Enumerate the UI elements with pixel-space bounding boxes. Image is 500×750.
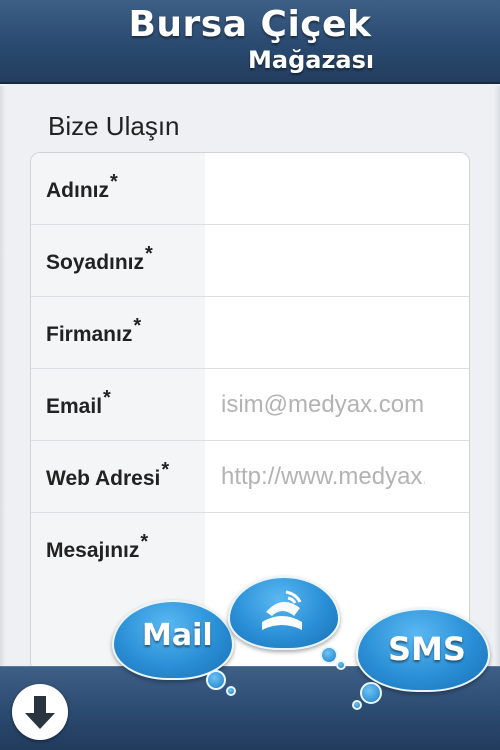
cloud-bubble <box>360 682 382 704</box>
sms-cloud-button[interactable]: SMS <box>350 604 494 712</box>
required-mark: * <box>103 387 111 409</box>
message-label: Mesajınız* <box>46 531 149 562</box>
cloud-bubble <box>336 660 346 670</box>
form-row-email: Email* <box>31 369 469 441</box>
required-mark: * <box>133 315 142 337</box>
label-cell: Email* <box>31 369 205 440</box>
company-field[interactable] <box>205 297 469 368</box>
arrow-down-icon <box>25 696 55 729</box>
form-row-surname: Soyadınız* <box>31 225 469 297</box>
label-cell: Firmanız* <box>31 297 205 368</box>
name-label: Adınız* <box>46 171 118 202</box>
cloud-bubble <box>352 700 362 710</box>
surname-field[interactable] <box>205 225 469 296</box>
website-field[interactable] <box>205 441 469 512</box>
download-button[interactable] <box>12 684 68 740</box>
required-mark: * <box>110 171 118 193</box>
required-mark: * <box>161 459 170 481</box>
mail-label: Mail <box>142 618 213 653</box>
mail-cloud-button[interactable]: Mail <box>108 596 238 696</box>
form-row-website: Web Adresi* <box>31 441 469 513</box>
brand-title: Bursa Çiçek <box>128 4 372 45</box>
app-header: Bursa Çiçek Mağazası <box>0 0 500 84</box>
name-field[interactable] <box>205 153 469 224</box>
cloud-bubble <box>226 686 236 696</box>
sms-label: SMS <box>388 630 466 668</box>
form-row-name: Adınız* <box>31 153 469 225</box>
cloud-bubble <box>206 670 226 690</box>
website-label: Web Adresi* <box>46 459 170 490</box>
cloud-bubble <box>320 646 338 664</box>
email-label: Email* <box>46 387 111 418</box>
label-cell: Soyadınız* <box>31 225 205 296</box>
label-cell: Web Adresi* <box>31 441 205 512</box>
phone-cloud-button[interactable] <box>226 574 346 674</box>
required-mark: * <box>145 243 153 265</box>
required-mark: * <box>140 531 149 553</box>
company-label: Firmanız* <box>46 315 142 346</box>
phone-icon <box>262 590 302 630</box>
form-row-company: Firmanız* <box>31 297 469 369</box>
page-title: Bize Ulaşın <box>48 111 180 141</box>
email-field[interactable] <box>205 369 469 440</box>
brand-subtitle: Mağazası <box>248 46 375 74</box>
surname-label: Soyadınız* <box>46 243 153 274</box>
label-cell: Adınız* <box>31 153 205 224</box>
